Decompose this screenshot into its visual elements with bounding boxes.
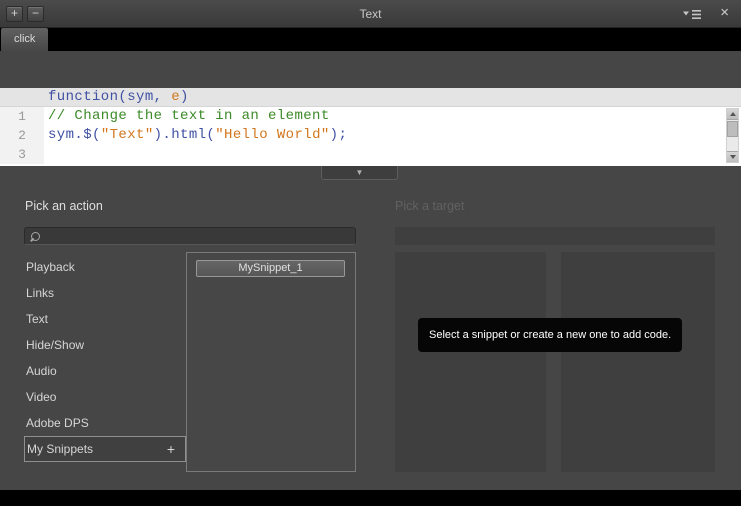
target-options-panel [561, 252, 715, 472]
collapse-editor-button[interactable]: ▼ [321, 166, 398, 180]
category-hide-show[interactable]: Hide/Show [24, 332, 186, 358]
my-snippets-label: My Snippets [27, 442, 94, 456]
snippet-list-panel: MySnippet_1 [186, 252, 356, 472]
snippet-item-mysnippet-1[interactable]: MySnippet_1 [196, 260, 345, 277]
editor-function-signature: function(sym, e) [0, 88, 741, 107]
editor-scrollbar[interactable] [726, 108, 739, 163]
target-elements-panel [395, 252, 546, 472]
target-search-bar-disabled [395, 227, 715, 245]
action-search-box[interactable] [24, 227, 356, 245]
string-token: "Hello World" [215, 127, 330, 143]
code-token: ); [329, 127, 348, 143]
pick-target-title: Pick a target [395, 199, 465, 213]
tab-click[interactable]: click [1, 28, 49, 51]
code-text: // Change the text in an element [44, 107, 330, 126]
code-token: sym.$( [48, 127, 101, 143]
category-text[interactable]: Text [24, 306, 186, 332]
category-video[interactable]: Video [24, 384, 186, 410]
line-number: 3 [0, 145, 44, 164]
code-line-3: 3 [0, 145, 741, 164]
pick-action-title: Pick an action [25, 199, 103, 213]
code-line-1: 1 // Change the text in an element [0, 107, 741, 126]
title-bar: + − Text × [0, 0, 741, 28]
scroll-down-button[interactable] [727, 151, 738, 162]
actions-panel-window: + − Text × click function(sym, e) 1 // C… [0, 0, 741, 506]
line-number: 1 [0, 107, 44, 126]
code-editor[interactable]: function(sym, e) 1 // Change the text in… [0, 88, 741, 166]
search-icon [31, 231, 40, 241]
code-text: sym.$("Text").html("Hello World"); [44, 126, 347, 145]
panel-menu-icon[interactable] [683, 9, 701, 20]
code-line-2: 2 sym.$("Text").html("Hello World"); [0, 126, 741, 145]
category-links[interactable]: Links [24, 280, 186, 306]
close-icon[interactable]: × [720, 5, 729, 21]
category-audio[interactable]: Audio [24, 358, 186, 384]
add-snippet-button[interactable]: + [167, 442, 185, 456]
category-my-snippets[interactable]: My Snippets + [24, 436, 186, 462]
arrow-down-icon [729, 155, 736, 159]
bottom-bar [0, 490, 741, 506]
comment-token: // Change the text in an element [48, 108, 330, 124]
arrow-up-icon [729, 112, 736, 116]
category-playback[interactable]: Playback [24, 254, 186, 280]
category-adobe-dps[interactable]: Adobe DPS [24, 410, 186, 436]
signature-param: e [171, 89, 181, 105]
tab-bar: click [0, 28, 741, 51]
signature-token: ) [180, 89, 189, 105]
window-title: Text [359, 7, 382, 21]
snippet-hint-tooltip: Select a snippet or create a new one to … [418, 318, 683, 352]
code-token: ).html( [153, 127, 216, 143]
scroll-up-button[interactable] [727, 109, 738, 120]
action-search-input[interactable] [46, 230, 349, 242]
signature-token: function(sym, [48, 89, 172, 105]
string-token: "Text" [100, 127, 154, 143]
action-category-list: Playback Links Text Hide/Show Audio Vide… [24, 254, 186, 462]
line-number: 2 [0, 126, 44, 145]
scrollbar-thumb[interactable] [727, 121, 738, 137]
